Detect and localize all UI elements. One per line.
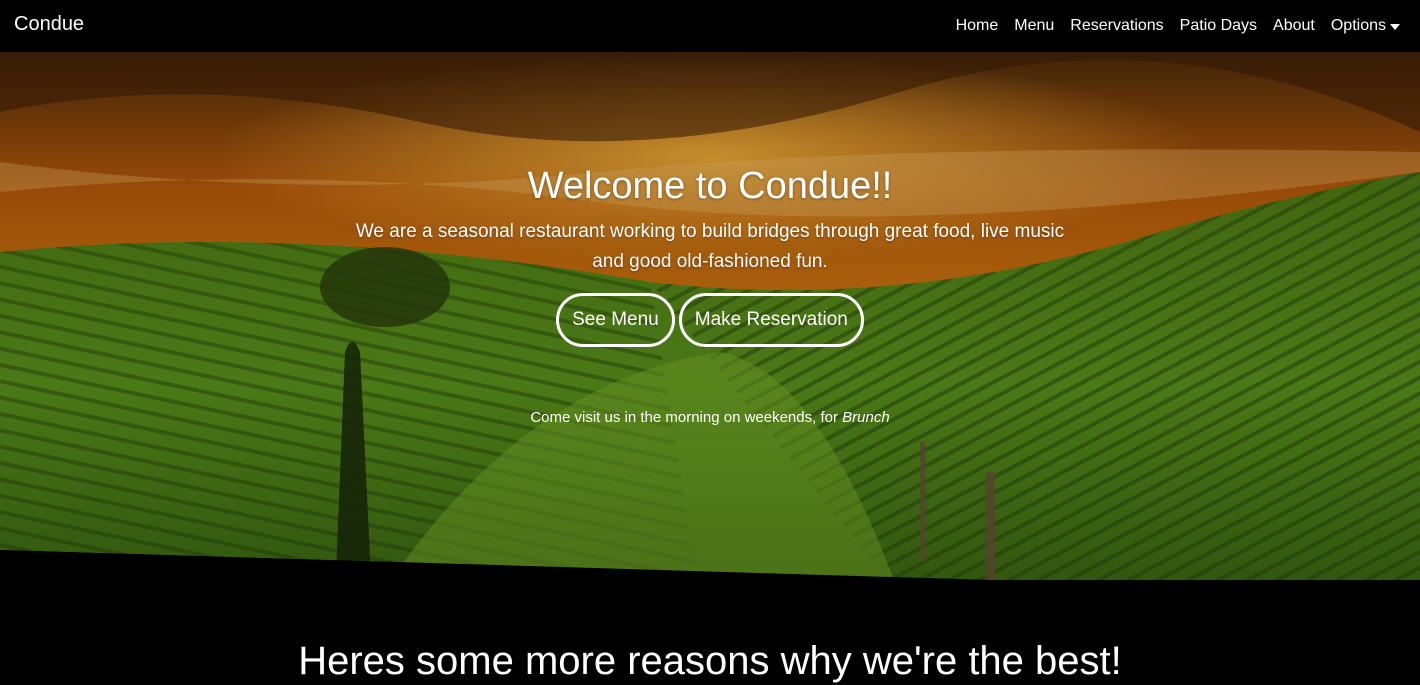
hero-slant-divider [0, 550, 1420, 598]
nav-link-home[interactable]: Home [956, 17, 999, 35]
see-menu-button[interactable]: See Menu [556, 293, 675, 347]
caret-down-icon [1390, 23, 1400, 30]
reasons-heading: Heres some more reasons why we're the be… [298, 639, 1122, 683]
options-dropdown-label: Options [1330, 17, 1386, 34]
nav-link-reservations[interactable]: Reservations [1070, 17, 1163, 35]
nav-link-menu[interactable]: Menu [1014, 17, 1054, 35]
brunch-note: Come visit us in the morning on weekends… [0, 409, 1420, 426]
nav-links: Home Menu Reservations Patio Days About … [940, 0, 1400, 52]
hero-buttons: See Menu Make Reservation [0, 293, 1420, 347]
nav-link-about[interactable]: About [1273, 17, 1315, 35]
make-reservation-button[interactable]: Make Reservation [678, 293, 864, 347]
brunch-emphasis: Brunch [842, 409, 890, 426]
hero-subtitle: We are a seasonal restaurant working to … [355, 221, 1065, 272]
brunch-note-text: Come visit us in the morning on weekends… [530, 409, 843, 426]
brand-logo[interactable]: Condue [14, 12, 84, 36]
hero-section: Welcome to Condue!! We are a seasonal re… [0, 52, 1420, 597]
navbar: Condue Home Menu Reservations Patio Days… [0, 0, 1420, 52]
options-dropdown[interactable]: Options [1331, 17, 1400, 35]
hero-title: Welcome to Condue!! [527, 165, 893, 207]
nav-link-patio-days[interactable]: Patio Days [1180, 17, 1257, 35]
